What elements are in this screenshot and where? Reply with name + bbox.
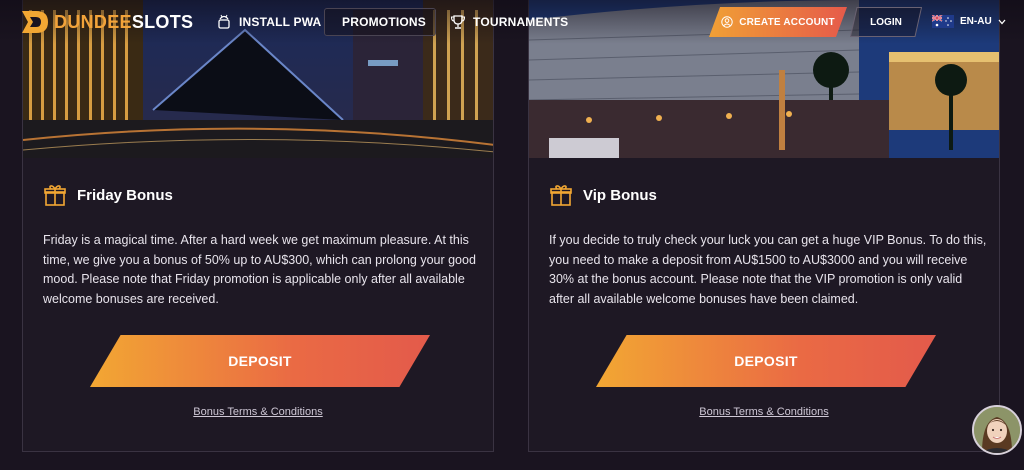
language-code: EN-AU xyxy=(960,16,992,27)
deposit-button[interactable]: DEPOSIT xyxy=(90,335,430,387)
gift-icon xyxy=(550,185,572,206)
create-account-button[interactable]: CREATE ACCOUNT xyxy=(709,7,847,37)
nav-label: INSTALL PWA xyxy=(239,15,322,29)
logo-text-secondary: SLOTS xyxy=(131,11,194,32)
logo-mark-icon xyxy=(22,11,48,33)
card-description: Friday is a magical time. After a hard w… xyxy=(43,233,476,306)
gift-icon xyxy=(44,185,66,206)
top-header: DUNDEESLOTS INSTALL PWA PROMOTIONS TOURN… xyxy=(0,0,1024,44)
support-chat-avatar[interactable] xyxy=(972,405,1022,455)
card-title-text: Vip Bonus xyxy=(583,186,657,204)
promo-card-vip: Vip Bonus If you decide to truly check y… xyxy=(528,0,1000,452)
trophy-icon xyxy=(450,15,466,29)
bonus-terms-link[interactable]: Bonus Terms & Conditions xyxy=(23,406,493,418)
bonus-terms-link[interactable]: Bonus Terms & Conditions xyxy=(529,406,999,418)
site-logo[interactable]: DUNDEESLOTS xyxy=(22,11,193,33)
nav-label: TOURNAMENTS xyxy=(473,15,569,29)
logo-text-primary: DUNDEE xyxy=(54,11,132,32)
nav-install-pwa[interactable]: INSTALL PWA xyxy=(206,8,331,36)
chevron-down-icon xyxy=(998,19,1006,24)
language-selector[interactable]: EN-AU xyxy=(932,15,1006,28)
create-account-label: CREATE ACCOUNT xyxy=(739,16,835,28)
android-icon xyxy=(218,14,230,29)
card-title: Friday Bonus xyxy=(43,183,173,207)
nav-label: PROMOTIONS xyxy=(342,15,427,29)
nav-tournaments[interactable]: TOURNAMENTS xyxy=(440,8,578,36)
card-title: Vip Bonus xyxy=(549,183,657,207)
nav-promotions[interactable]: PROMOTIONS xyxy=(324,8,436,36)
card-title-text: Friday Bonus xyxy=(77,186,173,204)
promo-card-friday: Friday Bonus Friday is a magical time. A… xyxy=(22,0,494,452)
australia-flag-icon xyxy=(932,15,954,28)
deposit-button[interactable]: DEPOSIT xyxy=(596,335,936,387)
login-button[interactable]: LOGIN xyxy=(850,7,922,37)
user-icon xyxy=(721,16,733,28)
card-description: If you decide to truly check your luck y… xyxy=(549,233,987,306)
